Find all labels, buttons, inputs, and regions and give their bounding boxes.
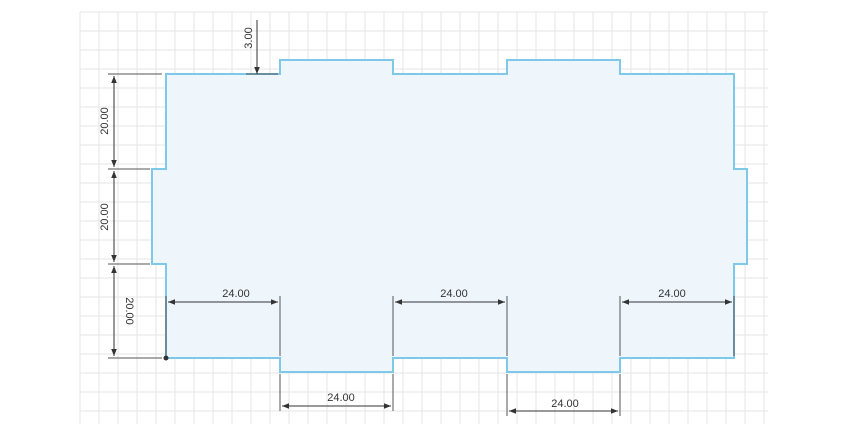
dimension-text-inner-width-3: 24.00 <box>658 288 686 300</box>
dimension-text-inner-width-2: 24.00 <box>440 288 468 300</box>
dimension-top-notch[interactable]: 3.00 <box>243 20 278 75</box>
dimension-left-middle[interactable]: 20.00 <box>99 171 150 265</box>
dimension-text-inner-width-1: 24.00 <box>222 288 250 300</box>
dimension-bottom-width-2[interactable]: 24.00 <box>506 374 621 416</box>
dimension-left-lower[interactable]: 20.00 <box>108 266 162 359</box>
dimension-text-bottom-width-1: 24.00 <box>327 392 355 404</box>
dimension-text-left-upper: 20.00 <box>99 107 111 135</box>
dimension-text-bottom-width-2: 24.00 <box>551 398 579 410</box>
sketch-canvas[interactable]: 3.00 20.00 20.00 20.00 24.00 24.00 24.00… <box>0 0 847 424</box>
origin-point[interactable] <box>163 355 169 361</box>
dimension-text-top-notch: 3.00 <box>243 27 255 48</box>
dimension-text-left-middle: 20.00 <box>99 203 111 231</box>
sketch-profile[interactable] <box>151 59 748 373</box>
dimension-text-left-lower: 20.00 <box>123 297 135 325</box>
